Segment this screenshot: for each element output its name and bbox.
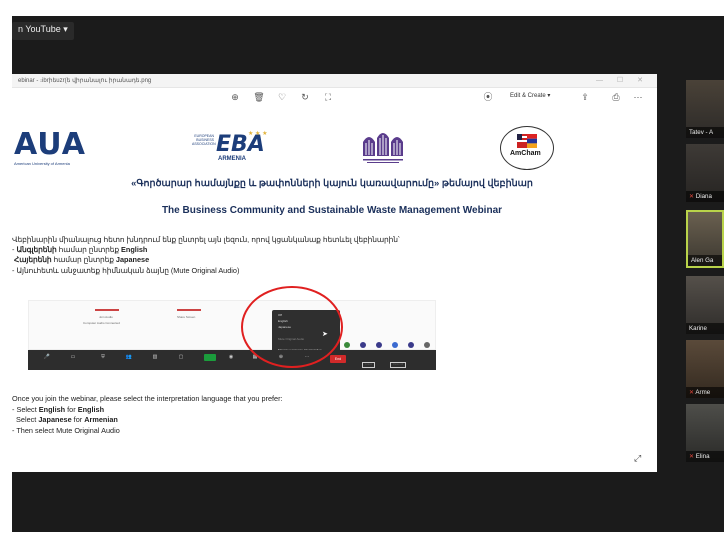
share-screen-mock [204,354,216,361]
flags-icon [517,134,537,148]
en-line-2: - Select English for English [12,405,532,416]
participant-name: Alen Ga [688,255,722,266]
participant-tile[interactable]: Karine [686,276,724,334]
video-icon: ▭ [70,354,76,360]
slideshow-icon[interactable]: ⦿ [482,91,494,103]
arm-line-1-text: Վեբինարին միանալուց հետո խնդրում ենք ընտ… [12,235,400,244]
arm-line-3: Հայերենի համար ընտրեք Japanese [12,255,492,265]
eu-stars-icon: ★ ★ ★ [248,131,268,137]
zoom-mock-reactions: Leave Raise All [344,340,454,370]
english-instructions: Once you join the webinar, please select… [12,394,532,436]
arm-line-2-post: համար ընտրեք [56,245,122,255]
eba-logo: EUROPEAN BUSINESS ASSOCIATION EBA ★ ★ ★ … [192,131,270,166]
edit-create-button[interactable]: Edit & Create ▾ [510,92,550,99]
amcham-logo-text: AmCham [510,150,541,157]
delete-icon[interactable]: 🗑 [253,91,265,103]
arm-line-2-bold: Անգլերենի [16,245,57,255]
heart-icon[interactable]: ♡ [276,91,288,103]
mic-icon: 🎤 [43,354,51,360]
zoom-in-icon[interactable]: ⊕ [229,91,241,103]
chat-icon: ▢ [178,354,184,360]
en-line-2-b2: English [77,404,105,414]
participant-name: Tatev - A [686,127,724,138]
shared-screen: ebinar - ։ibrիեuzr(ե վիրանալու իրանադե.p… [12,74,657,472]
rotate-icon[interactable]: ↻ [299,91,311,103]
en-line-2-b1: English [38,404,66,414]
english-title: The Business Community and Sustainable W… [161,205,503,216]
arm-line-3-post: համար ընտրեք [51,255,116,265]
eba-logo-small-text: EUROPEAN BUSINESS ASSOCIATION [192,134,216,146]
eba-logo-country: ARMENIA [218,156,246,162]
mic-off-icon: ✕ [689,390,695,396]
mic-off-icon: ✕ [689,194,695,200]
annotation-circle [241,286,343,368]
en-line-3-pre: Select [14,415,39,424]
en-line-3-mid: for [71,415,85,424]
en-line-1: Once you join the webinar, please select… [12,394,283,403]
arm-line-3-bold: Հայերենի [14,255,52,265]
aua-logo: AUA American University of Armenia [14,127,104,167]
security-icon: ⛨ [101,354,105,360]
mic-off-icon: ✕ [689,454,695,460]
polls-icon: ▥ [152,354,158,360]
viewer-toolbar: ⊕ 🗑 ♡ ↻ ⛶ ⦿ Edit & Create ▾ ⇪ ⎙ ⋯ [12,88,657,106]
viewer-title: ebinar - ։ibrիեuzr(ե վիրանալու իրանադե.p… [18,78,152,84]
en-line-3-b2: Armenian [84,415,118,424]
armenian-title: «Գործարար համայնքը և թափոնների կայուն կա… [131,178,533,189]
more-icon[interactable]: ⋯ [632,91,644,103]
participant-tile[interactable]: ✕ Diana [686,144,724,202]
en-line-3-b1: Japanese [38,415,72,424]
arm-line-4-text: - Այնուհետև անջատեք հիմնական ձայնը (Mute… [12,265,240,275]
en-line-3: Select Japanese for Armenian [12,415,532,426]
arm-line-3-bold2: Japanese [115,255,150,265]
participant-name: Karine [686,323,724,334]
armenian-instructions: Վեբինարին միանալուց հետո խնդրում ենք ընտ… [12,235,492,276]
en-line-2-pre: - Select [12,404,39,414]
participant-tile[interactable]: ✕ Elina [686,404,724,462]
screen: n YouTube ▾ ebinar - ։ibrիեuzr(ե վիրանալ… [0,0,724,539]
participant-name: ✕ Arme [686,387,724,398]
crop-icon[interactable]: ⛶ [322,91,334,103]
participant-tile-active-speaker[interactable]: Alen Ga [686,210,724,268]
window-controls[interactable]: — ☐ ✕ [596,76,649,84]
participant-name: ✕ Diana [686,191,724,202]
arm-line-2: - Անգլերենի համար ընտրեք English [12,245,492,255]
participant-tile[interactable]: ✕ Arme [686,340,724,398]
en-line-4: - Then select Mute Original Audio [12,425,120,435]
aua-logo-text: AUA [14,127,86,162]
youtube-live-chip[interactable]: n YouTube ▾ [12,22,74,40]
record-icon: ◉ [228,354,234,360]
arm-line-2-bold2: English [121,245,148,255]
participants-icon: 👥 [125,354,133,360]
arm-line-1: Վեբինարին միանալուց հետո խնդրում ենք ընտ… [12,235,492,245]
share-icon[interactable]: ⇪ [579,91,591,103]
print-icon[interactable]: ⎙ [610,91,622,103]
en-line-2-mid: for [65,404,78,414]
aua-logo-subtitle: American University of Armenia [14,161,70,166]
arm-line-4: - Այնուհետև անջատեք հիմնական ձայնը (Mute… [12,266,492,276]
participant-tile[interactable]: Tatev - A [686,80,724,138]
viewer-title-bar: ebinar - ։ibrիեuzr(ե վիրանալու իրանադե.p… [12,74,657,88]
amcham-logo: AmCham [500,126,554,170]
ministry-logo [355,128,415,168]
participant-name: ✕ Elina [686,451,724,462]
expand-icon[interactable]: ⤢ [634,453,644,463]
